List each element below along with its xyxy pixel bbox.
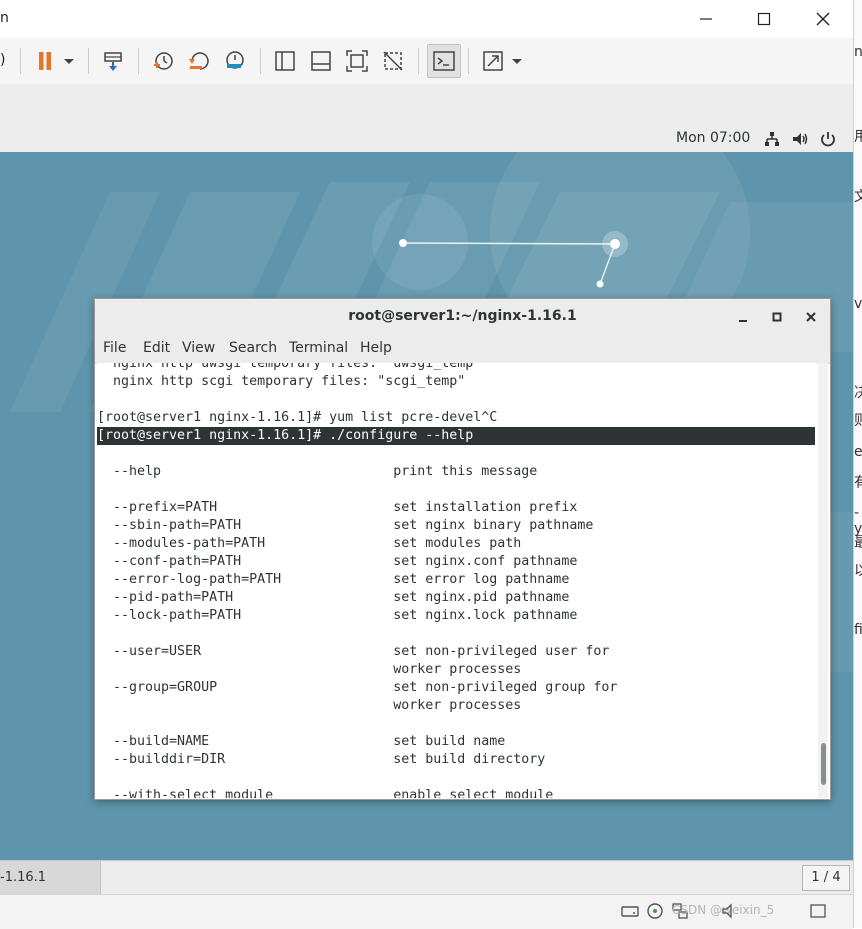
gnome-top-bar: Mon 07:00 <box>0 126 853 153</box>
maximize-icon[interactable] <box>735 0 793 38</box>
clock[interactable]: Mon 07:00 <box>676 130 750 146</box>
menu-file[interactable]: File <box>103 340 126 356</box>
sliver-text: 则 <box>854 410 862 430</box>
thumbnail-view-icon[interactable] <box>306 46 336 76</box>
terminal-line: --prefix=PATH set installation prefix <box>97 500 578 515</box>
library-view-icon[interactable] <box>270 46 300 76</box>
sliver-text: v <box>854 296 862 312</box>
menu-terminal[interactable]: Terminal <box>289 340 348 356</box>
toolbar-separator <box>260 48 261 74</box>
volume-icon[interactable] <box>791 130 809 148</box>
fullscreen-icon[interactable] <box>342 46 372 76</box>
scrollbar-thumb[interactable] <box>821 743 826 785</box>
terminal-menu-bar: File Edit View Search Terminal Help <box>95 335 830 364</box>
toolbar-fragment: ) <box>0 52 6 68</box>
vm-device-bar: CSDN @weixin_5 <box>0 894 853 929</box>
toolbar-separator <box>138 48 139 74</box>
terminal-line: --sbin-path=PATH set nginx binary pathna… <box>97 518 594 533</box>
menu-edit[interactable]: Edit <box>143 340 170 356</box>
terminal-line: --error-log-path=PATH set error log path… <box>97 572 570 587</box>
message-log-icon[interactable] <box>808 901 828 921</box>
send-ctrl-alt-del-icon[interactable] <box>98 46 128 76</box>
terminal-line: --help print this message <box>97 464 538 479</box>
terminal-line: nginx http scgi temporary files: "scgi_t… <box>97 374 466 389</box>
terminal-title: root@server1:~/nginx-1.16.1 <box>348 308 577 324</box>
terminal-line: --user=USER set non-privileged user for <box>97 644 610 659</box>
dropdown-icon[interactable] <box>56 46 82 76</box>
sliver-text: 用 <box>854 126 862 146</box>
menu-help[interactable]: Help <box>360 340 392 356</box>
taskbar-window-tab[interactable]: -1.16.1 <box>0 861 101 895</box>
power-icon[interactable] <box>819 130 837 148</box>
snapshot-take-icon[interactable] <box>148 46 178 76</box>
host-title-bar: n <box>0 0 853 39</box>
terminal-scrollbar[interactable] <box>818 363 828 798</box>
network-icon[interactable] <box>763 130 781 148</box>
terminal-line: --with-select_module enable select modul… <box>97 788 554 798</box>
terminal-line: worker processes <box>97 662 522 677</box>
toolbar-separator <box>418 48 419 74</box>
snapshot-revert-icon[interactable] <box>184 46 214 76</box>
dropdown-icon[interactable] <box>504 46 530 76</box>
terminal-line-selected: [root@server1 nginx-1.16.1]# ./configure… <box>97 427 815 445</box>
sliver-text: 最 <box>854 532 862 552</box>
menu-search[interactable]: Search <box>229 340 277 356</box>
terminal-maximize-icon[interactable] <box>767 307 787 327</box>
vm-toolbar: ) <box>0 38 853 85</box>
workspace-pager[interactable]: 1 / 4 <box>802 865 850 891</box>
snapshot-manager-icon[interactable] <box>220 46 250 76</box>
terminal-line: --builddir=DIR set build directory <box>97 752 546 767</box>
background-app-sliver: n 用 文 v 决 则 e 有 -y 最 以 fi <box>853 0 862 928</box>
terminal-line: --modules-path=PATH set modules path <box>97 536 522 551</box>
unity-icon[interactable] <box>378 46 408 76</box>
terminal-line: --lock-path=PATH set nginx.lock pathname <box>97 608 578 623</box>
terminal-window[interactable]: root@server1:~/nginx-1.16.1 File Edit Vi… <box>94 298 831 800</box>
sliver-text: 文 <box>854 186 862 206</box>
host-title-fragment: n <box>0 10 9 26</box>
toolbar-separator <box>88 48 89 74</box>
sliver-text: 决 <box>854 382 862 402</box>
toolbar-separator <box>20 48 21 74</box>
taskbar-window-label: -1.16.1 <box>0 870 47 885</box>
sliver-text: 有 <box>854 472 862 492</box>
terminal-output[interactable]: nginx http uwsgi temporary files: "uwsgi… <box>97 363 817 798</box>
toolbar-separator <box>468 48 469 74</box>
sliver-text: 以 <box>854 560 862 580</box>
vm-tab-strip <box>0 84 853 127</box>
bottom-status-strip: -1.16.1 1 / 4 <box>0 860 853 895</box>
terminal-line: --group=GROUP set non-privileged group f… <box>97 680 618 695</box>
terminal-line: [root@server1 nginx-1.16.1]# yum list pc… <box>97 410 498 425</box>
sliver-text: fi <box>854 622 862 638</box>
menu-view[interactable]: View <box>182 340 215 356</box>
sliver-text: e <box>854 444 862 460</box>
minimize-icon[interactable] <box>677 0 735 38</box>
cd-dvd-icon[interactable] <box>645 901 665 921</box>
terminal-line: --conf-path=PATH set nginx.conf pathname <box>97 554 578 569</box>
terminal-minimize-icon[interactable] <box>733 307 753 327</box>
terminal-line: nginx http uwsgi temporary files: "uwsgi… <box>97 363 482 371</box>
sound-card-icon[interactable] <box>720 901 740 921</box>
terminal-header-bar[interactable]: root@server1:~/nginx-1.16.1 <box>95 299 830 336</box>
terminal-line: worker processes <box>97 698 522 713</box>
terminal-line: --build=NAME set build name <box>97 734 506 749</box>
terminal-close-icon[interactable] <box>801 307 821 327</box>
sliver-text: n <box>854 44 862 60</box>
close-icon[interactable] <box>794 0 852 38</box>
terminal-line: --pid-path=PATH set nginx.pid pathname <box>97 590 570 605</box>
hard-disk-icon[interactable] <box>620 901 640 921</box>
console-view-icon[interactable] <box>427 44 461 78</box>
